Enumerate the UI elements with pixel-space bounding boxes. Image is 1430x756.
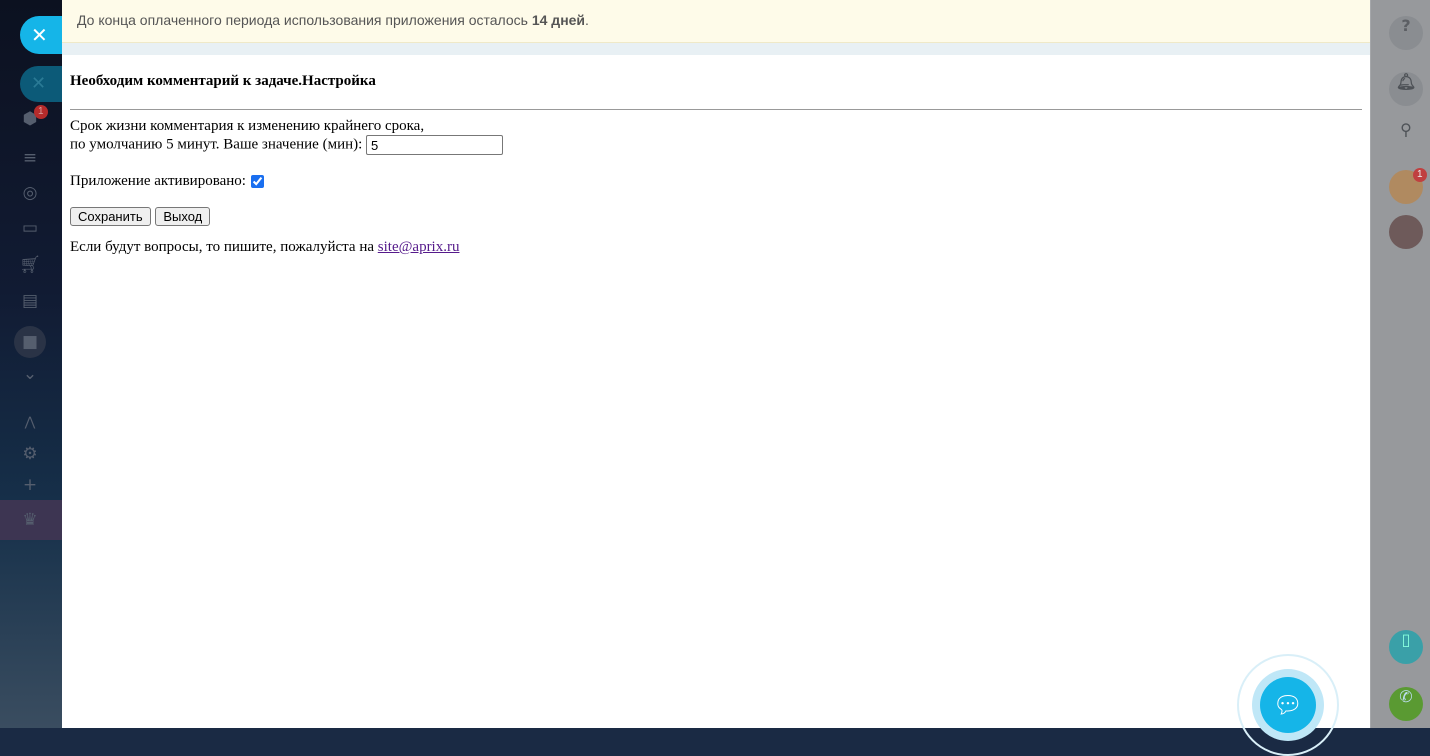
box-icon[interactable]: ■ <box>14 326 46 358</box>
right-sidebar: ? 🔔︎ ⚲ 1 ▯ ✆ <box>1370 0 1430 728</box>
chat-button[interactable]: 💬︎ <box>1260 677 1316 733</box>
cart-icon[interactable]: 🛒︎ <box>19 254 41 276</box>
chat-badge: 1 <box>1413 168 1427 182</box>
activated-label: Приложение активировано: <box>70 173 246 189</box>
settings-form: Необходим комментарий к задаче.Настройка… <box>62 55 1370 274</box>
divider <box>70 109 1362 110</box>
chat-icon: 💬︎ <box>1272 691 1304 719</box>
sitemap-icon[interactable]: ⋀ <box>19 412 41 434</box>
save-button[interactable]: Сохранить <box>70 207 151 226</box>
page-title: Необходим комментарий к задаче.Настройка <box>70 73 376 89</box>
contact-text: Если будут вопросы, то пишите, пожалуйст… <box>70 239 378 255</box>
contact-card-icon[interactable]: ▤ <box>19 290 41 312</box>
lifetime-label-2: по умолчанию 5 минут. Ваше значение (мин… <box>70 136 363 153</box>
filter-icon[interactable]: ≡ <box>19 147 41 169</box>
notice-days: 14 дней <box>531 12 586 28</box>
mobile-cloud-icon[interactable]: ▯ <box>1389 630 1423 664</box>
lifetime-input[interactable] <box>366 135 504 155</box>
bell-icon[interactable]: 🔔︎ <box>1389 72 1423 106</box>
crown-icon[interactable]: ♛ <box>19 509 41 531</box>
window-icon[interactable]: ▭ <box>19 217 41 239</box>
contact-email-link[interactable]: site@aprix.ru <box>378 239 460 255</box>
close-icon-secondary[interactable]: ✕ <box>20 66 66 102</box>
activated-checkbox[interactable] <box>250 175 264 189</box>
chevron-down-icon[interactable]: ⌄ <box>19 363 41 385</box>
close-slider-button[interactable]: ✕ <box>20 16 66 54</box>
lifetime-label-1: Срок жизни комментария к изменению крайн… <box>70 118 425 134</box>
app-frame: До конца оплаченного периода использован… <box>62 0 1370 728</box>
notice-end: . <box>585 12 589 28</box>
notification-badge: 1 <box>34 105 48 119</box>
target-icon[interactable]: ◎ <box>19 182 41 204</box>
help-icon[interactable]: ? <box>1389 16 1423 50</box>
phone-icon[interactable]: ✆ <box>1389 687 1423 721</box>
plus-icon[interactable]: + <box>19 474 41 496</box>
search-icon[interactable]: ⚲ <box>1389 120 1423 154</box>
upgrade-area[interactable]: ♛ <box>0 500 62 540</box>
gear-icon[interactable]: ⚙ <box>19 443 41 465</box>
left-sidebar: ✕ ⬢ 1 ≡ ◎ ▭ 🛒︎ ▤ ■ ⌄ ⋀ ⚙ + ♛ <box>0 0 66 728</box>
avatar[interactable] <box>1389 215 1423 249</box>
divider-strip <box>62 43 1370 55</box>
notice-text: До конца оплаченного периода использован… <box>77 12 532 28</box>
exit-button[interactable]: Выход <box>155 207 211 226</box>
subscription-notice: До конца оплаченного периода использован… <box>62 0 1370 43</box>
